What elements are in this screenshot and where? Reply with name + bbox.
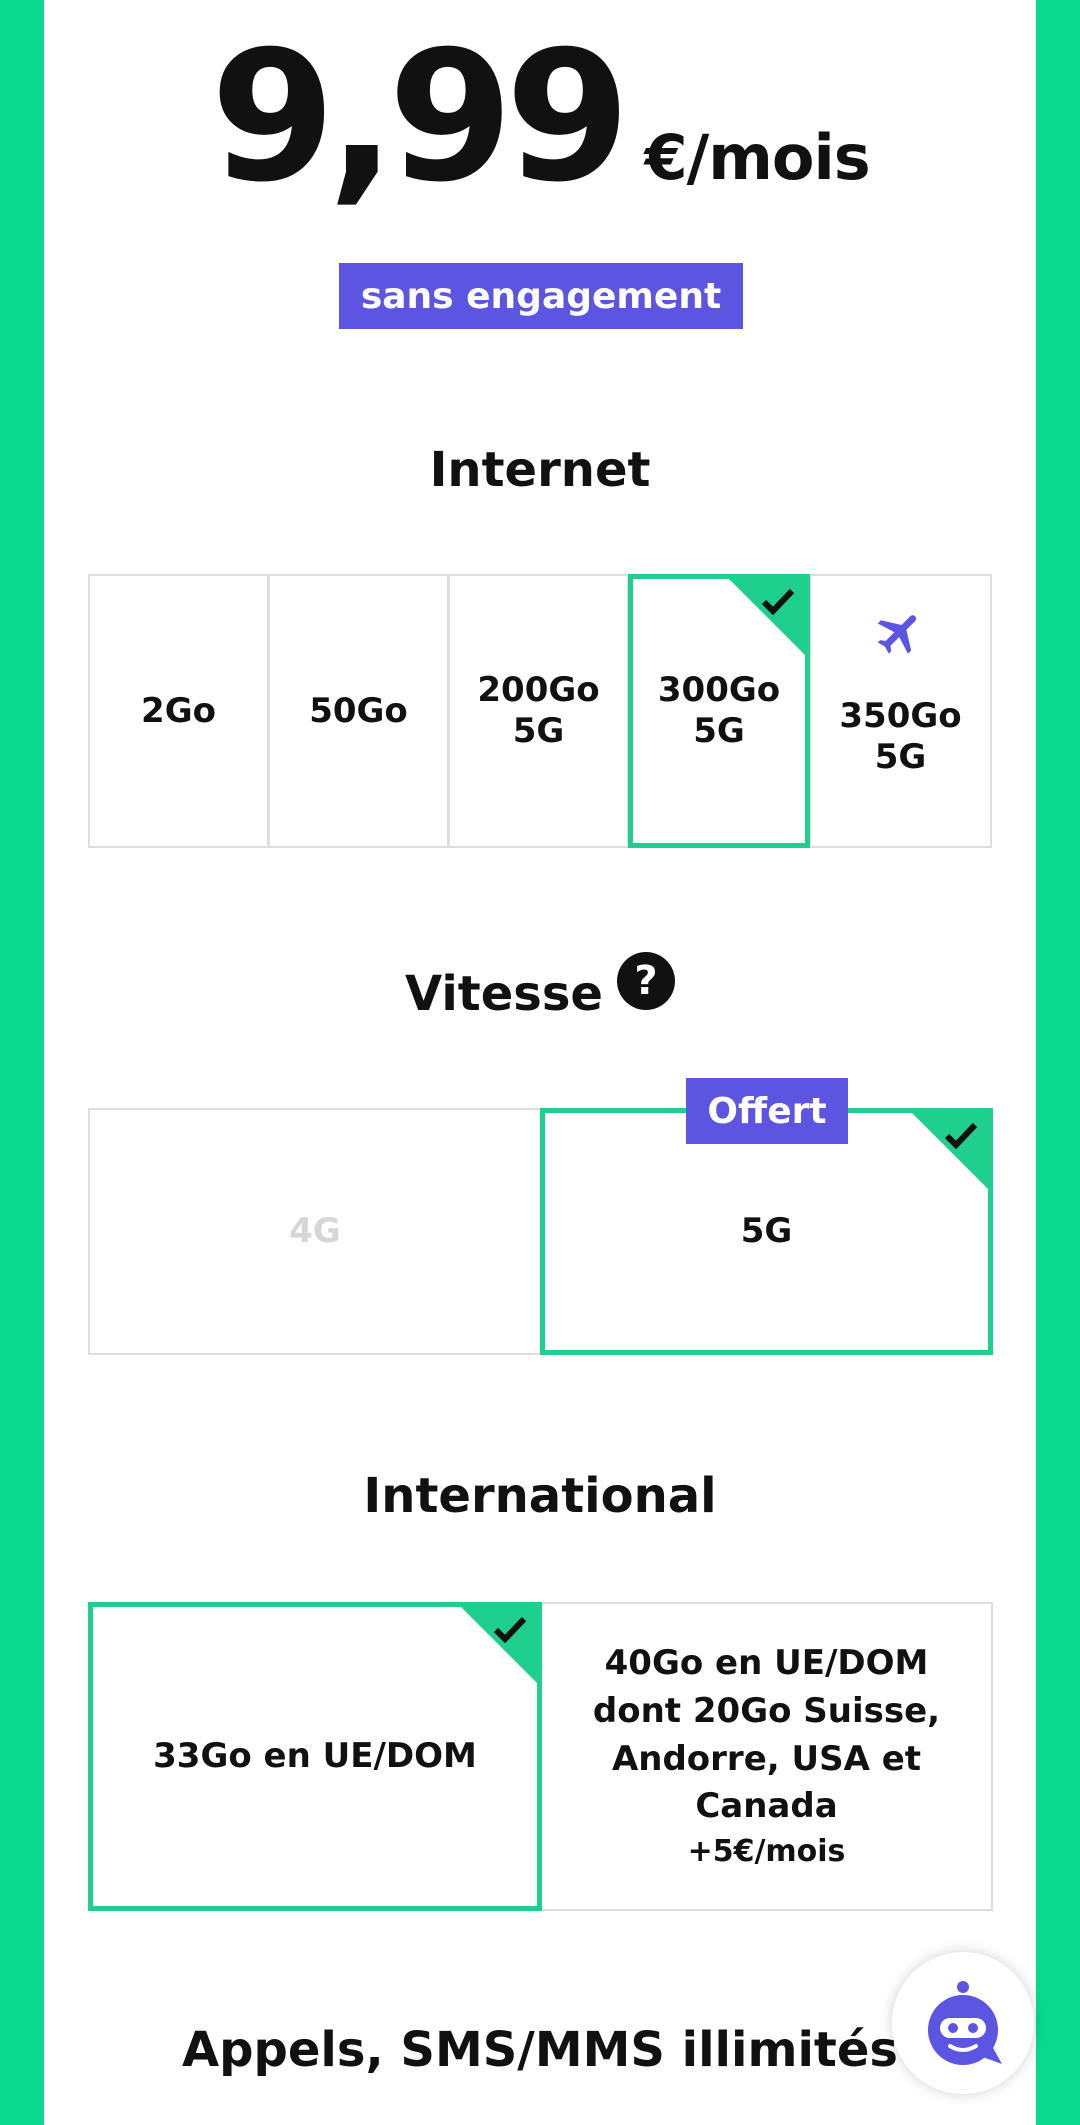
chatbot-icon [928, 1981, 1002, 2065]
option-label: 2Go [141, 690, 216, 731]
commitment-badge: sans engagement [339, 263, 743, 329]
airplane-icon [877, 615, 917, 654]
speed-option-5g[interactable]: 5G [540, 1108, 993, 1355]
option-price: +5€/mois [687, 1833, 846, 1869]
option-label: 4G [289, 1211, 341, 1252]
check-icon [761, 588, 795, 615]
option-label: 200Go 5G [477, 670, 600, 751]
international-title: International [363, 1468, 717, 1524]
international-option-33go[interactable]: 33Go en UE/DOM [88, 1602, 542, 1911]
international-option-40go[interactable]: 40Go en UE/DOM dont 20Go Suisse, Andorre… [540, 1602, 993, 1911]
option-label: 350Go 5G [839, 696, 962, 777]
check-icon [493, 1616, 527, 1643]
check-icon [944, 1122, 978, 1149]
price-unit: €/mois [644, 121, 870, 194]
internet-option-200go[interactable]: 200Go 5G [448, 574, 629, 848]
offer-panel: 9,99 €/mois sans engagement Internet 2Go… [44, 0, 1036, 2125]
price: 9,99 €/mois [44, 28, 1036, 208]
option-label: 40Go en UE/DOM dont 20Go Suisse, Andorre… [592, 1643, 941, 1827]
option-label: 50Go [309, 690, 408, 731]
option-label: 33Go en UE/DOM [153, 1736, 477, 1777]
internet-option-300go[interactable]: 300Go 5G [628, 574, 810, 848]
chat-assistant-button[interactable] [892, 1952, 1034, 2094]
option-label: 300Go 5G [657, 670, 781, 751]
internet-title: Internet [429, 442, 651, 498]
internet-option-350go[interactable]: 350Go 5G [809, 574, 992, 848]
offer-badge: Offert [686, 1078, 848, 1144]
internet-option-50go[interactable]: 50Go [268, 574, 449, 848]
option-label: 5G [740, 1211, 793, 1252]
calls-title: Appels, SMS/MMS illimités [182, 2022, 898, 2078]
internet-option-2go[interactable]: 2Go [88, 574, 269, 848]
speed-title: Vitesse? [44, 952, 1036, 1024]
help-icon[interactable]: ? [616, 952, 675, 1010]
speed-option-4g: 4G [88, 1108, 542, 1355]
price-amount: 9,99 [210, 13, 630, 222]
